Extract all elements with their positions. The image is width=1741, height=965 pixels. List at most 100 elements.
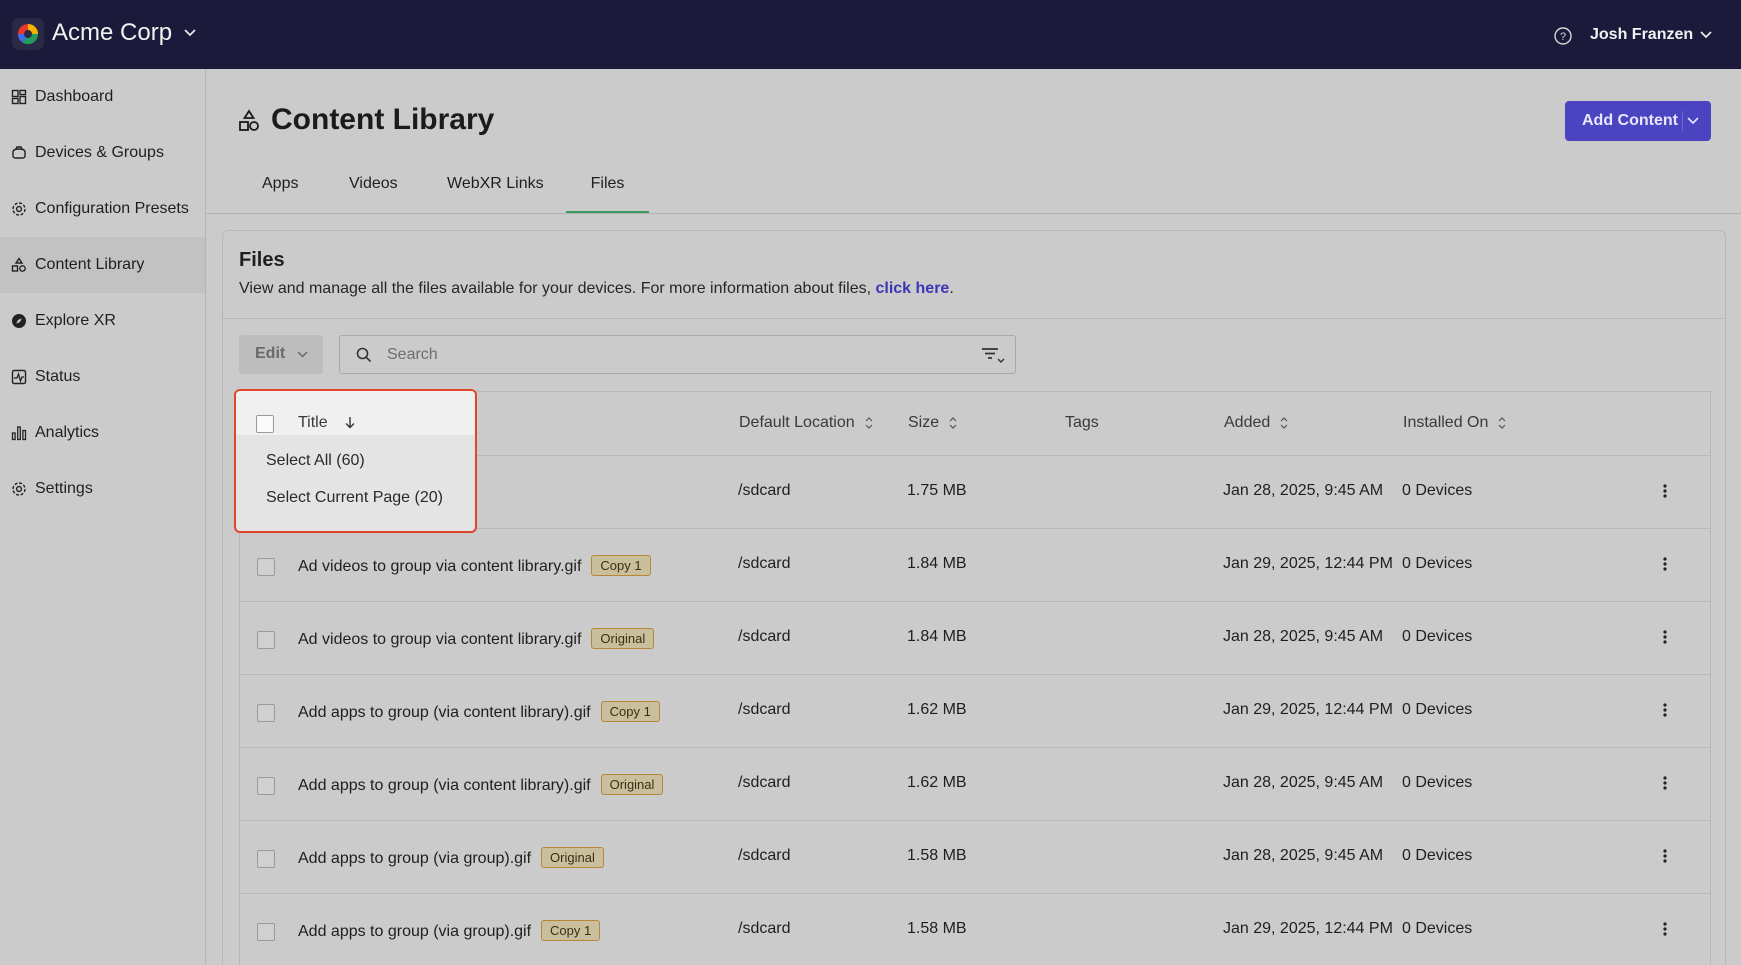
search-box — [339, 335, 1016, 374]
sidebar-item-dashboard[interactable]: Dashboard — [0, 69, 205, 125]
row-checkbox[interactable] — [257, 704, 275, 722]
edit-label: Edit — [255, 345, 286, 362]
select-all-option[interactable]: Select All (60) — [266, 452, 365, 470]
chevron-down-icon[interactable] — [1687, 117, 1699, 125]
page-title: Content Library — [271, 103, 495, 136]
sidebar-item-devices-groups[interactable]: Devices & Groups — [0, 125, 205, 181]
content-tabs: Apps Videos WebXR Links Files — [206, 160, 1741, 214]
tab-videos[interactable]: Videos — [349, 175, 398, 213]
description-period: . — [949, 280, 954, 297]
installed-cell: 0 Devices — [1402, 847, 1473, 864]
select-all-checkbox[interactable] — [256, 415, 274, 433]
acme-logo[interactable] — [12, 18, 44, 50]
version-badge: Original — [600, 774, 664, 795]
file-title-cell: Add apps to group (via group).gif Origina… — [298, 847, 604, 868]
row-checkbox[interactable] — [257, 777, 275, 795]
file-title[interactable]: Ad videos to group via content library.g… — [298, 631, 581, 648]
chevron-down-icon[interactable] — [1700, 31, 1712, 39]
table-row[interactable]: Add apps to group (via content library).… — [240, 675, 1710, 748]
edit-button[interactable]: Edit — [239, 335, 323, 374]
select-current-page-option[interactable]: Select Current Page (20) — [266, 489, 443, 507]
tab-files[interactable]: Files — [566, 175, 649, 213]
column-label: Tags — [1065, 414, 1099, 431]
help-icon[interactable]: ? — [1554, 27, 1572, 45]
column-header-size[interactable]: Size — [908, 414, 957, 432]
file-title[interactable]: Add apps to group (via content library).… — [298, 704, 591, 721]
version-badge: Original — [591, 628, 655, 649]
installed-cell: 0 Devices — [1402, 482, 1473, 499]
more-options-icon[interactable] — [1663, 557, 1667, 571]
files-card: Files View and manage all the files avai… — [222, 230, 1726, 965]
column-header-default-location[interactable]: Default Location — [739, 414, 873, 432]
divider — [223, 318, 1725, 319]
user-name[interactable]: Josh Franzen — [1590, 26, 1693, 44]
row-checkbox[interactable] — [257, 558, 275, 576]
file-title-cell: Ad videos to group via content library.g… — [298, 628, 655, 649]
file-title-cell: Add apps to group (via content library).… — [298, 701, 660, 722]
sidebar-item-label: Explore XR — [35, 312, 116, 329]
sidebar-item-content-library[interactable]: Content Library — [0, 237, 205, 293]
arrow-down-icon[interactable] — [344, 416, 356, 429]
dropdown-header: Title — [236, 391, 475, 435]
sidebar-item-status[interactable]: Status — [0, 349, 205, 405]
file-title-cell: Ad videos to group via content library.g… — [298, 555, 651, 576]
installed-cell: 0 Devices — [1402, 920, 1473, 937]
title-column-header[interactable]: Title — [298, 414, 328, 432]
table-row[interactable]: Add apps to group (via group).gif Copy 1 /… — [240, 894, 1710, 965]
sidebar-item-analytics[interactable]: Analytics — [0, 405, 205, 461]
file-title-cell: Add apps to group (via group).gif Copy 1 — [298, 920, 601, 941]
svg-text:?: ? — [1560, 31, 1566, 43]
org-name[interactable]: Acme Corp — [52, 19, 172, 47]
sort-icon — [1280, 417, 1288, 429]
tab-apps[interactable]: Apps — [262, 175, 298, 213]
status-icon — [11, 369, 27, 385]
file-title[interactable]: Add apps to group (via group).gif — [298, 923, 531, 940]
file-title[interactable]: Add apps to group (via content library).… — [298, 777, 591, 794]
installed-cell: 0 Devices — [1402, 555, 1473, 572]
row-checkbox[interactable] — [257, 923, 275, 941]
location-cell: /sdcard — [738, 701, 791, 718]
click-here-link[interactable]: click here — [875, 280, 949, 297]
location-cell: /sdcard — [738, 920, 791, 937]
column-label: Size — [908, 414, 940, 431]
more-options-icon[interactable] — [1663, 484, 1667, 498]
select-dropdown: Title Select All (60) Select Current Pag… — [234, 389, 477, 533]
column-header-added[interactable]: Added — [1224, 414, 1288, 432]
sidebar-item-explore-xr[interactable]: Explore XR — [0, 293, 205, 349]
table-row[interactable]: Ad videos to group via content library.g… — [240, 602, 1710, 675]
file-title[interactable]: Ad videos to group via content library.g… — [298, 558, 581, 575]
filter-icon[interactable] — [981, 347, 1005, 365]
tab-webxr-links[interactable]: WebXR Links — [447, 175, 544, 213]
more-options-icon[interactable] — [1663, 849, 1667, 863]
more-options-icon[interactable] — [1663, 630, 1667, 644]
table-row[interactable]: Add apps to group (via content library).… — [240, 748, 1710, 821]
table-row[interactable]: Ad videos to group via content library.g… — [240, 529, 1710, 602]
location-cell: /sdcard — [738, 774, 791, 791]
file-title[interactable]: Add apps to group (via group).gif — [298, 850, 531, 867]
row-checkbox[interactable] — [257, 850, 275, 868]
version-badge: Copy 1 — [600, 701, 660, 722]
size-cell: 1.84 MB — [907, 628, 967, 645]
installed-cell: 0 Devices — [1402, 774, 1473, 791]
search-input[interactable] — [387, 344, 947, 366]
more-options-icon[interactable] — [1663, 703, 1667, 717]
compass-icon — [12, 314, 26, 328]
add-content-button[interactable]: Add Content — [1565, 101, 1711, 141]
column-label: Installed On — [1403, 414, 1489, 431]
sort-icon — [949, 417, 957, 429]
analytics-icon — [11, 426, 27, 441]
sidebar-item-configuration-presets[interactable]: Configuration Presets — [0, 181, 205, 237]
more-options-icon[interactable] — [1663, 922, 1667, 936]
column-header-installed-on[interactable]: Installed On — [1403, 414, 1506, 432]
sidebar-item-settings[interactable]: Settings — [0, 461, 205, 517]
chevron-down-icon[interactable] — [184, 29, 196, 37]
size-cell: 1.58 MB — [907, 847, 967, 864]
location-cell: /sdcard — [738, 555, 791, 572]
table-row[interactable]: Add apps to group (via group).gif Origina… — [240, 821, 1710, 894]
more-options-icon[interactable] — [1663, 776, 1667, 790]
installed-cell: 0 Devices — [1402, 701, 1473, 718]
row-checkbox[interactable] — [257, 631, 275, 649]
sidebar-item-label: Devices & Groups — [35, 144, 164, 161]
sidebar: Dashboard Devices & Groups Configuration… — [0, 69, 206, 965]
sort-icon — [865, 417, 873, 429]
